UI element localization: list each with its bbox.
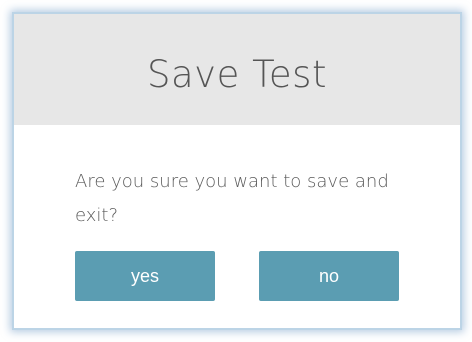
save-test-dialog: Save Test Are you sure you want to save … xyxy=(12,12,462,330)
no-button[interactable]: no xyxy=(259,251,399,301)
screen: Save Test Are you sure you want to save … xyxy=(0,0,472,342)
dialog-header: Save Test xyxy=(14,14,460,125)
dialog-body: Are you sure you want to save and exit? … xyxy=(14,125,460,328)
yes-button[interactable]: yes xyxy=(75,251,215,301)
dialog-title: Save Test xyxy=(147,53,327,96)
confirmation-message: Are you sure you want to save and exit? xyxy=(75,171,389,226)
